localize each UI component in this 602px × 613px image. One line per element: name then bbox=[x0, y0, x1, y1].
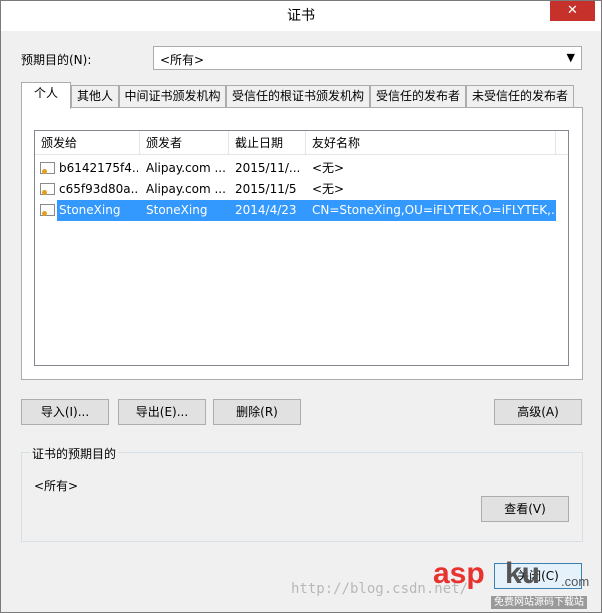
table-row-selected[interactable]: StoneXing StoneXing 2014/4/23 CN=StoneXi… bbox=[57, 200, 556, 221]
title-bar: 证书 bbox=[1, 1, 601, 31]
cell-expiry: 2015/11/5 bbox=[235, 182, 297, 196]
column-issuer[interactable]: 颁发者 bbox=[140, 131, 229, 155]
cell-friendly-name: CN=StoneXing,OU=iFLYTEK,O=iFLYTEK,... bbox=[312, 203, 556, 217]
tab-personal[interactable]: 个人 bbox=[21, 82, 71, 109]
certificate-icon bbox=[40, 162, 55, 174]
cell-friendly-name: <无> bbox=[312, 182, 345, 196]
purpose-group-value: <所有> bbox=[34, 479, 79, 493]
chevron-down-icon: ▼ bbox=[566, 51, 575, 64]
purpose-select[interactable]: <所有> ▼ bbox=[153, 46, 582, 70]
purpose-label: 预期目的(N): bbox=[21, 53, 92, 67]
certificate-list[interactable]: 颁发给 颁发者 截止日期 友好名称 b6142175f4... Alipay.c… bbox=[34, 130, 569, 366]
cell-expiry: 2014/4/23 bbox=[235, 203, 297, 217]
cell-issued-to: StoneXing bbox=[59, 203, 121, 217]
purpose-groupbox: 证书的预期目的 <所有> 查看(V) bbox=[21, 445, 583, 542]
window-title: 证书 bbox=[287, 8, 315, 24]
logo-com: .com bbox=[561, 574, 590, 589]
column-issued-to[interactable]: 颁发给 bbox=[35, 131, 140, 155]
column-friendly-name[interactable]: 友好名称 bbox=[306, 131, 556, 155]
tab-other-people[interactable]: 其他人 bbox=[71, 85, 119, 108]
table-row[interactable]: b6142175f4... Alipay.com ... 2015/11/...… bbox=[35, 158, 568, 179]
list-header: 颁发给 颁发者 截止日期 友好名称 bbox=[35, 131, 568, 155]
logo-ku: ku bbox=[505, 557, 541, 590]
logo-asp: asp bbox=[433, 557, 485, 590]
advanced-button[interactable]: 高级(A) bbox=[494, 399, 582, 425]
cell-issued-to: b6142175f4... bbox=[59, 161, 138, 175]
cell-expiry: 2015/11/... bbox=[235, 161, 301, 175]
logo-subtitle: 免费网站源码下载站 bbox=[491, 596, 587, 609]
export-button[interactable]: 导出(E)... bbox=[118, 399, 206, 425]
purpose-group-title: 证书的预期目的 bbox=[30, 445, 119, 462]
table-row[interactable]: c65f93d80a... Alipay.com ... 2015/11/5 <… bbox=[35, 179, 568, 200]
import-button[interactable]: 导入(I)... bbox=[21, 399, 109, 425]
cell-friendly-name: <无> bbox=[312, 161, 345, 175]
personal-tab-panel: 颁发给 颁发者 截止日期 友好名称 b6142175f4... Alipay.c… bbox=[21, 107, 583, 380]
certificate-icon bbox=[40, 183, 55, 195]
tab-untrusted-publishers[interactable]: 未受信任的发布者 bbox=[466, 85, 574, 108]
close-window-button[interactable]: ✕ bbox=[550, 1, 595, 21]
cell-issuer: StoneXing bbox=[146, 203, 208, 217]
view-button[interactable]: 查看(V) bbox=[481, 496, 569, 522]
tab-trusted-root-ca[interactable]: 受信任的根证书颁发机构 bbox=[226, 85, 370, 108]
column-expiry[interactable]: 截止日期 bbox=[229, 131, 306, 155]
certificate-dialog: 证书 ✕ 预期目的(N): <所有> ▼ 个人 其他人 中间证书颁发机构 受信任… bbox=[0, 0, 602, 613]
remove-button[interactable]: 删除(R) bbox=[213, 399, 301, 425]
purpose-select-value: <所有> bbox=[160, 53, 205, 67]
cell-issuer: Alipay.com ... bbox=[146, 161, 226, 175]
certificate-icon bbox=[40, 204, 55, 216]
cell-issuer: Alipay.com ... bbox=[146, 182, 226, 196]
tab-trusted-publishers[interactable]: 受信任的发布者 bbox=[370, 85, 466, 108]
tab-intermediate-ca[interactable]: 中间证书颁发机构 bbox=[119, 85, 226, 108]
cell-issued-to: c65f93d80a... bbox=[59, 182, 138, 196]
